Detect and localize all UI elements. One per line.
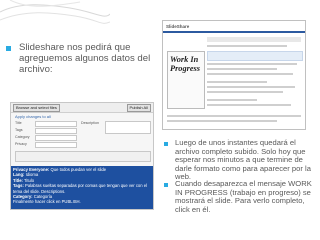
text-line [207, 86, 295, 88]
info-line: Tags: Palabras sueltas separadas por com… [13, 183, 148, 194]
upload-instructions-box: Privacy Everyone: Que todos puedan ver e… [11, 166, 153, 209]
notice-strip [207, 51, 303, 61]
upload-form-toolbar: Browse and select files Publish All [11, 103, 153, 113]
bullet-square-icon [164, 183, 168, 187]
apply-all-link: Apply changes to all [15, 114, 51, 119]
form-row-category: Category [15, 135, 30, 139]
text-line [207, 104, 291, 106]
browse-files-button: Browse and select files [13, 104, 60, 112]
bullet-item-2: Luego de unos instantes quedará el archi… [164, 138, 316, 182]
form-row-title: Title [15, 121, 22, 125]
info-line: Finalmente hacer click en PUBLISH. [13, 199, 81, 205]
bullet-text-3: Cuando desaparezca el mensaje WORK IN PR… [175, 179, 312, 214]
privacy-select [35, 142, 77, 148]
text-line [207, 81, 267, 83]
publish-all-button: Publish All [126, 104, 151, 112]
slideshare-logo: SlideShare [166, 24, 190, 29]
slideshare-preview-screenshot: SlideShare Work In Progress [162, 20, 306, 130]
text-line [207, 68, 277, 70]
bullet-item-3: Cuando desaparezca el mensaje WORK IN PR… [164, 179, 316, 214]
decorative-swirl [0, 0, 110, 24]
text-line [207, 45, 287, 47]
text-line [207, 73, 293, 75]
category-select [35, 135, 77, 141]
header-bar [163, 31, 305, 33]
form-row-tags: Tags [15, 128, 23, 132]
text-line [167, 120, 277, 122]
bullet-square-icon [6, 46, 11, 51]
form-row-description: Description [81, 121, 99, 125]
text-line [207, 63, 297, 65]
tags-field [35, 128, 77, 134]
text-line [167, 115, 301, 117]
bullet-square-icon [164, 142, 168, 146]
bullet-item-1: Slideshare nos pedirá que agreguemos alg… [6, 42, 156, 75]
description-field [105, 121, 151, 134]
title-field [35, 121, 77, 127]
text-line [207, 91, 283, 93]
bullet-text-1: Slideshare nos pedirá que agreguemos alg… [19, 42, 151, 75]
upload-form-screenshot: Browse and select files Publish All Appl… [10, 102, 154, 210]
header-strip [207, 37, 301, 42]
form-panel [15, 151, 151, 162]
form-row-privacy: Privacy [15, 142, 27, 146]
work-in-progress-thumbnail: Work In Progress [167, 51, 205, 109]
bullet-text-2: Luego de unos instantes quedará el archi… [175, 138, 311, 182]
text-line [207, 99, 257, 101]
